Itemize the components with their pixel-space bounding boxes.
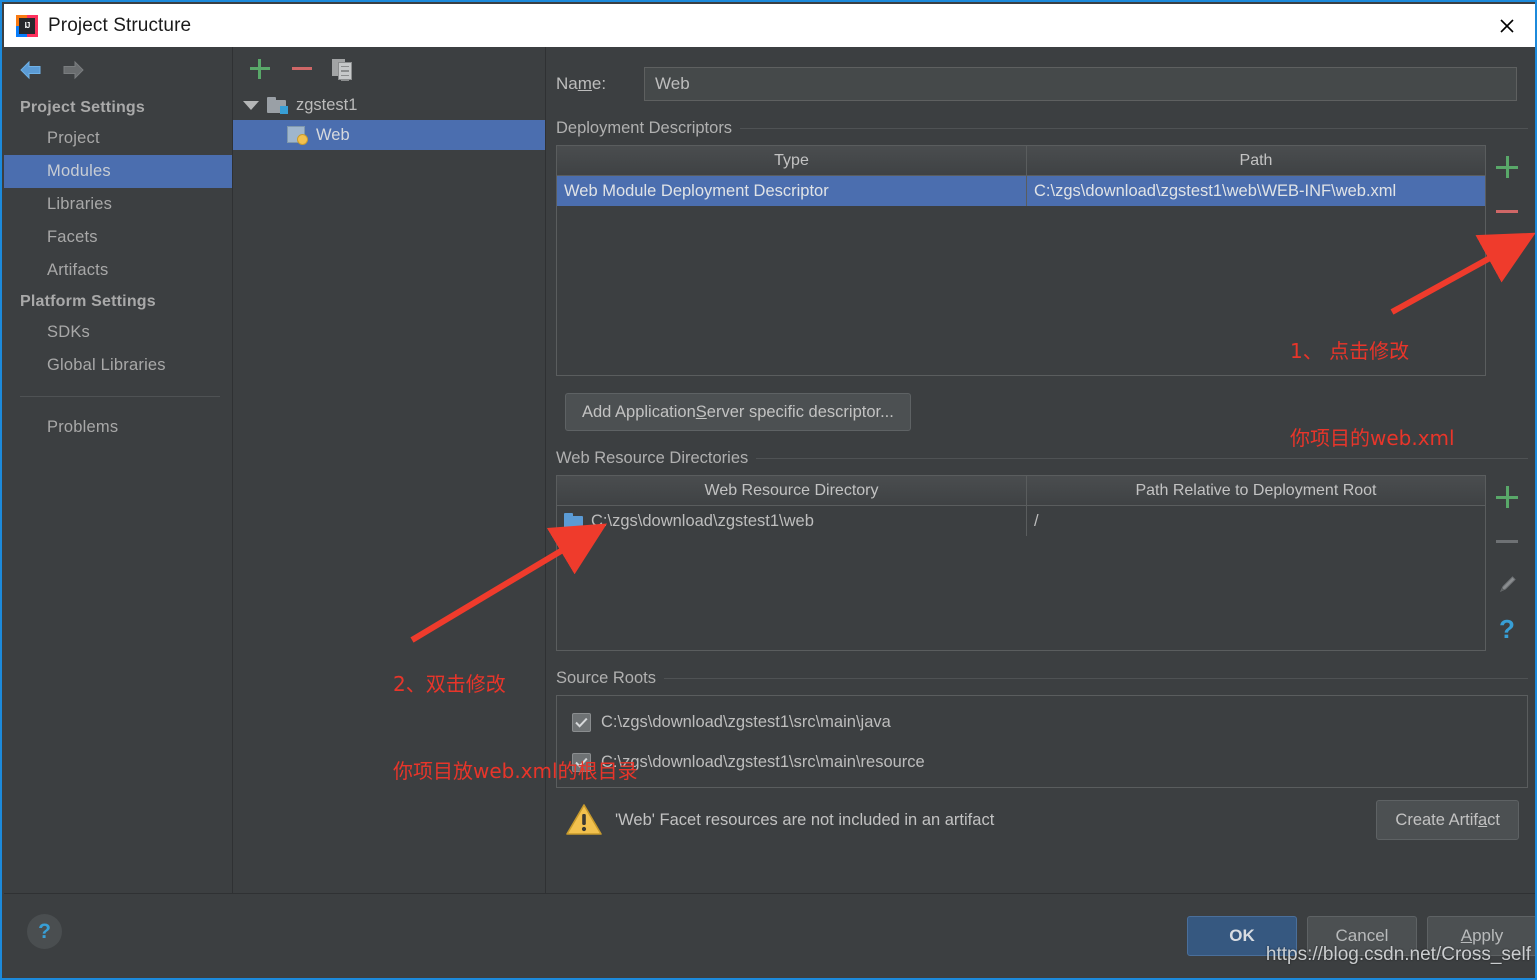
window-title: Project Structure bbox=[48, 14, 192, 36]
back-arrow-icon[interactable] bbox=[18, 59, 44, 81]
name-input[interactable]: Web bbox=[644, 67, 1517, 101]
sidebar-divider bbox=[20, 396, 220, 397]
column-header-type[interactable]: Type bbox=[557, 146, 1027, 175]
list-item[interactable]: C:\zgs\download\zgstest1\src\main\resour… bbox=[557, 742, 1527, 782]
create-artifact-label-pre: Create Artif bbox=[1395, 810, 1478, 829]
dialog-footer: ? OK Cancel Apply https://blog.csdn.net/… bbox=[4, 893, 1535, 976]
watermark: https://blog.csdn.net/Cross_self bbox=[1265, 944, 1531, 965]
sidebar-item-libraries[interactable]: Libraries bbox=[4, 188, 232, 221]
create-artifact-button[interactable]: Create Artif a ct bbox=[1376, 800, 1519, 840]
chevron-down-icon[interactable] bbox=[243, 100, 259, 110]
cell-path: C:\zgs\download\zgstest1\web\WEB-INF\web… bbox=[1034, 181, 1397, 200]
help-question-icon[interactable]: ? bbox=[27, 914, 62, 949]
add-descriptor-label-mnemonic: S bbox=[695, 402, 707, 421]
section-header: Deployment Descriptors bbox=[556, 119, 1528, 138]
web-facet-icon bbox=[287, 126, 308, 145]
name-label-post: e: bbox=[591, 74, 607, 93]
source-root-label: C:\zgs\download\zgstest1\src\main\resour… bbox=[601, 752, 925, 771]
copy-icon[interactable] bbox=[331, 56, 357, 82]
source-roots-list: C:\zgs\download\zgstest1\src\main\java C… bbox=[556, 695, 1528, 788]
help-question-icon[interactable]: ? bbox=[1486, 607, 1528, 651]
edit-pencil-icon bbox=[1486, 563, 1528, 607]
sidebar-item-facets[interactable]: Facets bbox=[4, 221, 232, 254]
section-divider bbox=[740, 128, 1528, 129]
cell-type: Web Module Deployment Descriptor bbox=[557, 176, 1027, 206]
sidebar-group-project-settings: Project Settings bbox=[20, 99, 146, 116]
annotation-2: 2、双击修改 你项目放web.xml的根目录 bbox=[393, 612, 638, 844]
section-title: Deployment Descriptors bbox=[556, 119, 733, 137]
name-input-value: Web bbox=[655, 74, 690, 93]
add-icon[interactable] bbox=[247, 56, 273, 82]
annotation-1: 1、 点击修改 你项目的web.xml bbox=[1290, 279, 1455, 511]
module-folder-icon bbox=[267, 96, 288, 114]
apply-label-mnemonic: A bbox=[1460, 926, 1473, 945]
forward-arrow-icon[interactable] bbox=[60, 59, 86, 81]
add-descriptor-label-post: erver specific descriptor... bbox=[706, 402, 894, 421]
folder-icon bbox=[564, 512, 585, 530]
cell-directory: C:\zgs\download\zgstest1\web bbox=[557, 506, 1027, 536]
settings-sidebar: Project Settings Project Modules Librari… bbox=[4, 47, 233, 898]
add-icon[interactable] bbox=[1486, 475, 1528, 519]
sidebar-item-project[interactable]: Project bbox=[4, 122, 232, 155]
table-header-row: Type Path bbox=[557, 146, 1485, 176]
section-title: Web Resource Directories bbox=[556, 449, 749, 467]
table-empty-area bbox=[557, 536, 1485, 649]
web-resource-tools: ? bbox=[1486, 475, 1528, 651]
column-header-path[interactable]: Path bbox=[1027, 146, 1485, 175]
section-header: Source Roots bbox=[556, 669, 1528, 688]
project-structure-dialog: IJ Project Structure Project Settings Pr… bbox=[0, 0, 1537, 980]
tree-row[interactable]: zgstest1 bbox=[233, 90, 545, 120]
navigation-arrows bbox=[4, 47, 232, 93]
module-tree-toolbar bbox=[233, 47, 545, 90]
sidebar-item-problems[interactable]: Problems bbox=[4, 411, 232, 444]
deployment-descriptors-tools bbox=[1486, 145, 1528, 376]
column-header-web-resource-directory[interactable]: Web Resource Directory bbox=[557, 476, 1027, 505]
list-item[interactable]: C:\zgs\download\zgstest1\src\main\java bbox=[557, 702, 1527, 742]
annotation-1-line1: 1、 点击修改 bbox=[1290, 339, 1410, 363]
annotation-2-line1: 2、双击修改 bbox=[393, 672, 506, 696]
sidebar-item-sdks[interactable]: SDKs bbox=[4, 316, 232, 349]
name-label-mnemonic: m bbox=[577, 74, 592, 93]
remove-icon bbox=[1486, 519, 1528, 563]
source-roots-section: Source Roots C:\zgs\download\zgstest1\sr… bbox=[547, 669, 1535, 840]
remove-icon[interactable] bbox=[1486, 189, 1528, 233]
section-divider bbox=[663, 678, 1528, 679]
edit-pencil-icon[interactable] bbox=[1486, 233, 1528, 277]
sidebar-item-global-libraries[interactable]: Global Libraries bbox=[4, 349, 232, 382]
intellij-idea-icon: IJ bbox=[16, 14, 38, 37]
sidebar-item-artifacts[interactable]: Artifacts bbox=[4, 254, 232, 287]
table-row[interactable]: Web Module Deployment Descriptor C:\zgs\… bbox=[557, 176, 1485, 206]
sidebar-group-platform-settings: Platform Settings bbox=[20, 293, 156, 310]
name-label: Name: bbox=[556, 74, 644, 94]
remove-icon[interactable] bbox=[289, 56, 315, 82]
add-descriptor-label-pre: Add Application bbox=[582, 402, 696, 421]
artifact-warning-text: 'Web' Facet resources are not included i… bbox=[615, 810, 995, 829]
source-root-label: C:\zgs\download\zgstest1\src\main\java bbox=[601, 712, 891, 731]
tree-row[interactable]: Web bbox=[233, 120, 545, 150]
name-row: Name: Web bbox=[547, 47, 1535, 101]
annotation-1-line2: 你项目的web.xml bbox=[1290, 426, 1455, 450]
name-label-pre: Na bbox=[556, 74, 578, 93]
cell-directory-text: C:\zgs\download\zgstest1\web bbox=[591, 511, 814, 530]
artifact-warning-row: 'Web' Facet resources are not included i… bbox=[556, 800, 1528, 840]
apply-label-rest: pply bbox=[1472, 926, 1504, 945]
create-artifact-label-mnemonic: a bbox=[1477, 810, 1488, 829]
annotation-2-line2: 你项目放web.xml的根目录 bbox=[393, 759, 638, 783]
title-bar: IJ Project Structure bbox=[4, 4, 1535, 47]
close-icon[interactable] bbox=[1477, 4, 1535, 47]
add-application-server-descriptor-button[interactable]: Add Application Server specific descript… bbox=[565, 393, 911, 431]
tree-item-label: zgstest1 bbox=[296, 95, 358, 114]
add-icon[interactable] bbox=[1486, 145, 1528, 189]
create-artifact-label-post: ct bbox=[1487, 810, 1500, 829]
tree-item-label: Web bbox=[316, 125, 350, 144]
sidebar-item-modules[interactable]: Modules bbox=[4, 155, 232, 188]
